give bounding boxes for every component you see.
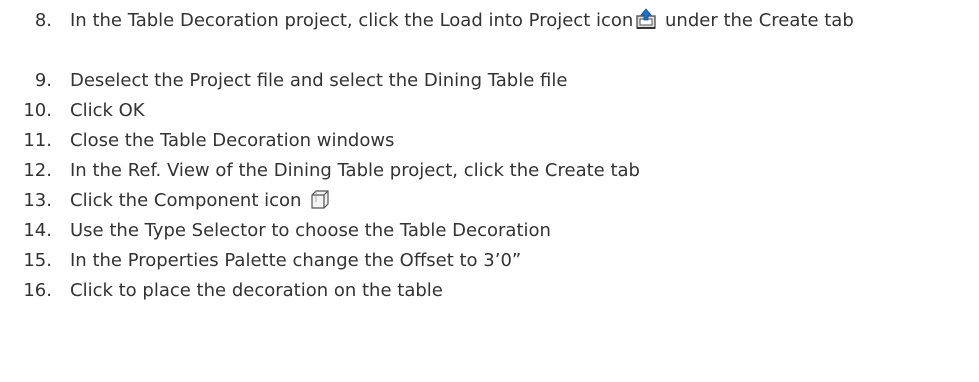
step-text: In the Table Decoration project, click t… xyxy=(62,6,970,40)
step-13: 13. Click the Component icon xyxy=(0,186,979,216)
step-14: 14. Use the Type Selector to choose the … xyxy=(0,216,979,246)
step-text: In the Properties Palette change the Off… xyxy=(70,250,522,271)
step-text: Click the Component icon xyxy=(62,186,970,220)
step-number: 10. xyxy=(23,100,52,121)
step-9: 9. Deselect the Project file and select … xyxy=(0,66,979,96)
step-12: 12. In the Ref. View of the Dining Table… xyxy=(0,156,979,186)
step-number: 12. xyxy=(23,160,52,181)
instruction-list: 8. In the Table Decoration project, clic… xyxy=(0,6,979,306)
load-into-project-icon xyxy=(635,8,657,40)
step-number: 14. xyxy=(23,220,52,241)
step-number: 15. xyxy=(23,250,52,271)
step-16: 16. Click to place the decoration on the… xyxy=(0,276,979,306)
step-text: Deselect the Project file and select the… xyxy=(70,70,568,91)
step-number: 9. xyxy=(34,70,52,91)
step-11: 11. Close the Table Decoration windows xyxy=(0,126,979,156)
step-15: 15. In the Properties Palette change the… xyxy=(0,246,979,276)
step-10: 10. Click OK xyxy=(0,96,979,126)
step-number: 11. xyxy=(23,130,52,151)
step-text: In the Ref. View of the Dining Table pro… xyxy=(70,160,640,181)
step-number: 13. xyxy=(23,190,52,211)
step-8: 8. In the Table Decoration project, clic… xyxy=(0,6,979,66)
step-number: 16. xyxy=(23,280,52,301)
step-text: Click OK xyxy=(70,100,145,121)
step-text: Click to place the decoration on the tab… xyxy=(70,280,443,301)
step-number: 8. xyxy=(34,10,52,31)
step-text: Close the Table Decoration windows xyxy=(70,130,395,151)
step-text: Use the Type Selector to choose the Tabl… xyxy=(70,220,551,241)
